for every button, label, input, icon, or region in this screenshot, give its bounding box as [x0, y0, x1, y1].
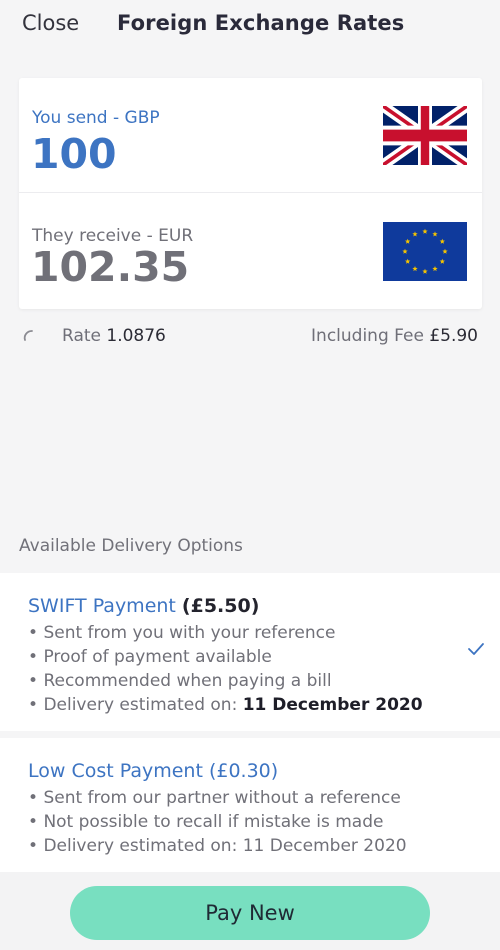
- swift-payment-option[interactable]: SWIFT Payment (£5.50) Sent from you with…: [0, 573, 500, 731]
- header-bar: Close Foreign Exchange Rates: [0, 0, 500, 56]
- send-label: You send - GBP: [32, 108, 160, 128]
- low-cost-option-details: Sent from our partner without a referenc…: [28, 786, 407, 858]
- delivery-prefix: Delivery estimated on:: [43, 695, 238, 715]
- fee-label: Including Fee: [311, 326, 424, 346]
- page-title: Foreign Exchange Rates: [117, 11, 405, 35]
- eu-flag-icon[interactable]: [383, 222, 467, 281]
- rate-label: Rate: [62, 326, 101, 346]
- swift-option-name: SWIFT Payment: [28, 595, 176, 617]
- list-item: Not possible to recall if mistake is mad…: [28, 810, 407, 834]
- list-item: Sent from our partner without a referenc…: [28, 786, 407, 810]
- list-item: Sent from you with your reference: [28, 621, 423, 645]
- checkmark-icon: [467, 641, 485, 655]
- rate-text: Rate 1.0876: [62, 326, 166, 346]
- low-cost-option-title: Low Cost Payment (£0.30): [28, 760, 279, 782]
- delivery-options-heading: Available Delivery Options: [19, 536, 243, 556]
- send-row[interactable]: You send - GBP 100: [19, 78, 482, 193]
- swift-option-details: Sent from you with your reference Proof …: [28, 621, 423, 717]
- uk-flag-icon[interactable]: [383, 106, 467, 165]
- close-button[interactable]: Close: [22, 11, 79, 35]
- fee-value: £5.90: [429, 326, 478, 346]
- fee-text: Including Fee £5.90: [311, 326, 478, 346]
- rate-info: Rate 1.0876 Including Fee £5.90: [0, 324, 500, 350]
- receive-amount[interactable]: 102.35: [31, 243, 189, 291]
- swift-option-title: SWIFT Payment (£5.50): [28, 595, 259, 617]
- send-amount[interactable]: 100: [31, 130, 117, 178]
- loading-spinner-icon: [22, 327, 40, 345]
- pay-new-button[interactable]: Pay New: [70, 886, 430, 940]
- list-item: Recommended when paying a bill: [28, 669, 423, 693]
- list-item: Delivery estimated on: 11 December 2020: [28, 834, 406, 858]
- list-item: Delivery estimated on: 11 December 2020: [28, 693, 423, 717]
- rate-value: 1.0876: [106, 326, 166, 346]
- list-item: Proof of payment available: [28, 645, 423, 669]
- low-cost-payment-option[interactable]: Low Cost Payment (£0.30) Sent from our p…: [0, 738, 500, 872]
- footer-bar: Pay New: [0, 872, 500, 950]
- delivery-date: 11 December 2020: [242, 695, 423, 715]
- swift-option-price: (£5.50): [181, 595, 260, 617]
